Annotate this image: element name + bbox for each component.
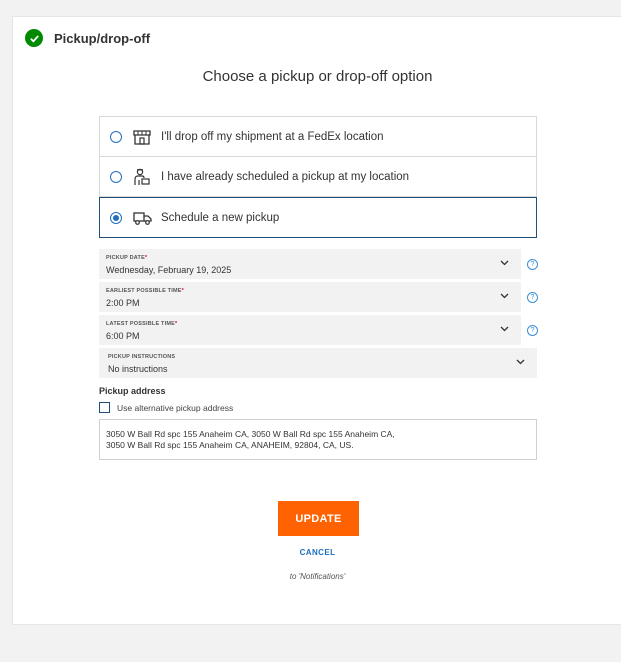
pickup-fields: PICKUP DATE* Wednesday, February 19, 202… [99, 249, 551, 381]
update-button[interactable]: UPDATE [278, 501, 359, 536]
option-drop-off-label: I'll drop off my shipment at a FedEx loc… [161, 130, 384, 143]
help-icon[interactable]: ? [527, 325, 538, 336]
chevron-down-icon [500, 326, 509, 332]
pickup-date-label: PICKUP DATE [106, 255, 145, 261]
latest-time-select[interactable]: LATEST POSSIBLE TIME* 6:00 PM [99, 315, 521, 346]
earliest-time-value: 2:00 PM [106, 298, 140, 308]
page-subtitle: Choose a pickup or drop-off option [202, 68, 433, 85]
radio-already-scheduled[interactable] [110, 170, 122, 183]
courier-icon [132, 168, 152, 186]
store-icon [132, 128, 152, 146]
help-icon[interactable]: ? [527, 292, 538, 303]
option-new-pickup[interactable]: Schedule a new pickup [99, 197, 537, 238]
alt-address-label: Use alternative pickup address [117, 402, 234, 413]
help-icon[interactable]: ? [527, 259, 538, 270]
section-title: Pickup/drop-off [54, 30, 151, 46]
chevron-down-icon [500, 260, 509, 266]
address-line-2: 3050 W Ball Rd spc 155 Anaheim CA, ANAHE… [106, 440, 354, 450]
option-drop-off[interactable]: I'll drop off my shipment at a FedEx loc… [99, 116, 537, 157]
pickup-instructions-value: No instructions [108, 364, 168, 374]
radio-drop-off[interactable] [110, 130, 122, 143]
cancel-link[interactable]: CANCEL [13, 548, 621, 557]
pickup-address-title: Pickup address [99, 386, 166, 396]
section-header: Pickup/drop-off [25, 29, 150, 47]
address-line-1: 3050 W Ball Rd spc 155 Anaheim CA, 3050 … [106, 429, 395, 439]
pickup-instructions-label: PICKUP INSTRUCTIONS [108, 354, 176, 360]
check-circle-icon [25, 29, 43, 47]
latest-time-value: 6:00 PM [106, 331, 140, 341]
option-new-pickup-label: Schedule a new pickup [161, 211, 280, 224]
pickup-instructions-select[interactable]: PICKUP INSTRUCTIONS No instructions [99, 348, 537, 379]
chevron-down-icon [500, 293, 509, 299]
earliest-time-select[interactable]: EARLIEST POSSIBLE TIME* 2:00 PM [99, 282, 521, 313]
earliest-time-label: EARLIEST POSSIBLE TIME [106, 288, 182, 294]
pickup-options: I'll drop off my shipment at a FedEx loc… [99, 116, 537, 238]
chevron-down-icon [516, 359, 525, 365]
latest-time-label: LATEST POSSIBLE TIME [106, 321, 175, 327]
alt-address-toggle[interactable]: Use alternative pickup address [99, 402, 233, 413]
option-already-scheduled[interactable]: I have already scheduled a pickup at my … [99, 157, 537, 197]
alt-address-checkbox[interactable] [99, 402, 110, 413]
pickup-address-box: 3050 W Ball Rd spc 155 Anaheim CA, 3050 … [99, 419, 537, 460]
pickup-card: Pickup/drop-off Choose a pickup or drop-… [12, 16, 621, 625]
truck-icon [132, 209, 152, 227]
pickup-date-value: Wednesday, February 19, 2025 [106, 265, 232, 275]
option-already-scheduled-label: I have already scheduled a pickup at my … [161, 170, 410, 183]
pickup-date-select[interactable]: PICKUP DATE* Wednesday, February 19, 202… [99, 249, 521, 280]
radio-new-pickup[interactable] [110, 211, 122, 224]
notifications-note: to 'Notifications' [289, 572, 346, 581]
